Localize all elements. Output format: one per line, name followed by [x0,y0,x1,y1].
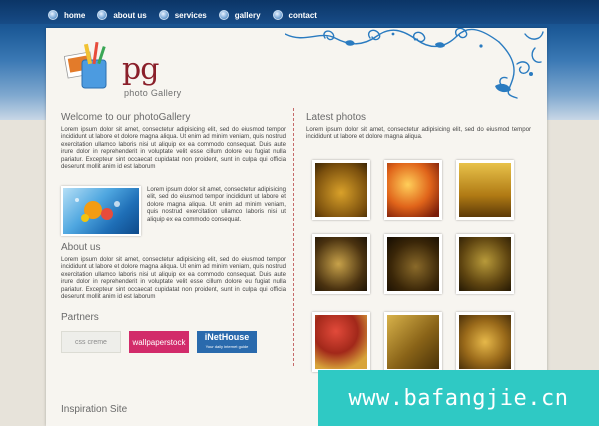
photo-image [315,315,367,369]
main-nav: home about us services gallery contact [48,7,317,23]
partner-label: css creme [75,338,107,346]
gallery-thumb[interactable] [312,234,370,294]
nav-item-services[interactable]: services [158,7,207,23]
partner-css-creme[interactable]: css creme [61,331,121,353]
gallery-thumb[interactable] [312,312,370,372]
bullet-icon [218,10,229,20]
photo-image [315,237,367,291]
photo-image [459,315,511,369]
gallery-thumb[interactable] [456,312,514,372]
welcome-section: Welcome to our photoGallery Lorem ipsum … [61,112,286,170]
gallery-thumb[interactable] [384,160,442,220]
nav-item-about-us[interactable]: about us [97,7,147,23]
gallery-thumb[interactable] [312,160,370,220]
welcome-text: Lorem ipsum dolor sit amet, consectetur … [61,126,286,171]
gallery-thumb[interactable] [456,234,514,294]
latest-photos-section: Latest photos Lorem ipsum dolor sit amet… [306,112,531,141]
feature-image[interactable] [61,186,141,236]
watermark-text: www.bafangjie.cn [348,385,569,411]
nav-label: contact [288,10,317,20]
partner-sublabel: Your daily internet guide [205,344,249,349]
partners-section: Partners css creme wallpaperstock iNetHo… [61,312,286,353]
bullet-icon [158,10,169,20]
about-section: About us Lorem ipsum dolor sit amet, con… [61,242,286,300]
about-title: About us [61,242,101,253]
logo-mark: pg [122,52,159,87]
content-panel: pg photo Gallery Welcome to our photoGal… [46,28,547,426]
gallery-thumb[interactable] [384,312,442,372]
inspiration-title: Inspiration Site [61,404,128,415]
photo-image [387,315,439,369]
about-text: Lorem ipsum dolor sit amet, consectetur … [61,256,286,301]
photo-image [387,237,439,291]
partner-label: iNetHouse [204,332,250,342]
floral-ornament [285,28,544,99]
nav-label: gallery [234,10,261,20]
nav-label: about us [113,10,147,20]
nav-label: services [174,10,207,20]
gallery-thumb[interactable] [456,160,514,220]
partner-wallpaperstock[interactable]: wallpaperstock [129,331,189,353]
photo-image [387,163,439,217]
bullet-icon [272,10,283,20]
gallery-thumb[interactable] [384,234,442,294]
welcome-title: Welcome to our photoGallery [61,112,191,123]
partner-inethouse[interactable]: iNetHouse Your daily internet guide [197,331,257,353]
latest-title: Latest photos [306,112,367,123]
nav-item-home[interactable]: home [48,7,85,23]
photo-image [459,163,511,217]
photo-image [315,163,367,217]
partner-label: wallpaperstock [132,337,186,347]
feature-text: Lorem ipsum dolor sit amet, consectetur … [147,186,286,223]
nav-item-contact[interactable]: contact [272,7,317,23]
bullet-icon [48,10,58,20]
nav-item-gallery[interactable]: gallery [218,7,261,23]
partners-title: Partners [61,312,99,323]
camera-photos-icon [64,41,107,89]
inspiration-section: Inspiration Site [61,404,127,418]
site-logo[interactable]: pg photo Gallery [64,40,194,100]
bullet-icon [97,10,108,20]
feature-block: Lorem ipsum dolor sit amet, consectetur … [61,186,286,238]
column-divider [293,108,294,366]
logo-subtitle: photo Gallery [124,88,182,98]
latest-text: Lorem ipsum dolor sit amet, consectetur … [306,126,531,141]
watermark-banner: www.bafangjie.cn [318,370,599,426]
photo-image [459,237,511,291]
nav-label: home [64,10,86,20]
partner-logos: css creme wallpaperstock iNetHouse Your … [61,331,286,353]
fish-illustration-icon [75,198,120,222]
